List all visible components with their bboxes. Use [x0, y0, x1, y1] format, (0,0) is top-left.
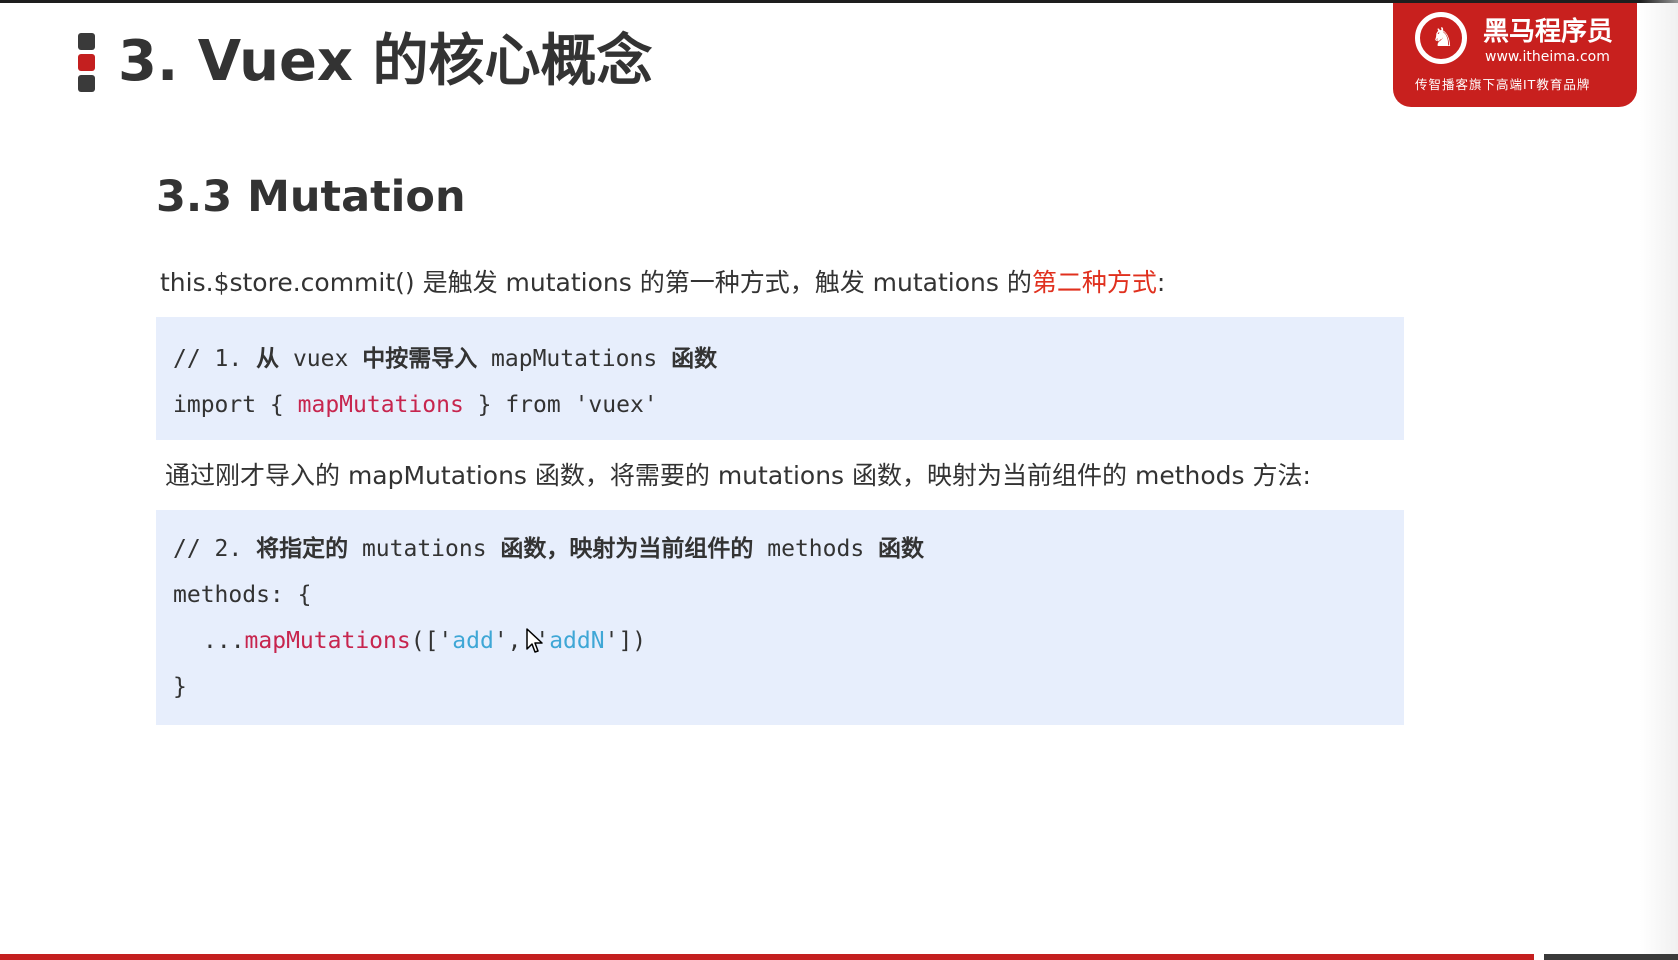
section-title: 3.3 Mutation	[156, 172, 466, 222]
code-close-brace: }	[173, 674, 187, 700]
code-comment: // 2. 将指定的 mutations 函数，映射为当前组件的 methods…	[173, 536, 925, 562]
code-methods-line: methods: {	[173, 582, 312, 608]
code-import-line: import { mapMutations } from 'vuex'	[173, 392, 658, 418]
intro-paragraph: this.$store.commit() 是触发 mutations 的第一种方…	[160, 268, 1166, 297]
bottom-accent-bar	[0, 954, 1534, 960]
code-map-line: ...mapMutations(['add', 'addN'])	[203, 628, 647, 654]
logo-slogan: 传智播客旗下高端IT教育品牌	[1415, 77, 1591, 92]
code-comment: // 1. 从 vuex 中按需导入 mapMutations 函数	[173, 346, 718, 372]
code-block-methods: // 2. 将指定的 mutations 函数，映射为当前组件的 methods…	[156, 510, 1404, 725]
mouse-cursor-icon	[526, 628, 543, 653]
logo-name: 黑马程序员	[1483, 17, 1614, 47]
title-marker	[78, 33, 95, 93]
brand-logo: ♞ 黑马程序员 www.itheima.com 传智播客旗下高端IT教育品牌	[1393, 3, 1637, 107]
explanation-paragraph: 通过刚才导入的 mapMutations 函数，将需要的 mutations 函…	[165, 461, 1311, 490]
bottom-dark-bar	[1544, 954, 1678, 960]
page-title: 3. Vuex 的核心概念	[118, 29, 653, 94]
horse-icon: ♞	[1415, 12, 1467, 64]
edge-shade	[1640, 0, 1678, 960]
logo-url: www.itheima.com	[1485, 49, 1610, 65]
highlight-text: 第二种方式	[1031, 268, 1157, 297]
code-block-import: // 1. 从 vuex 中按需导入 mapMutations 函数 impor…	[156, 317, 1404, 440]
